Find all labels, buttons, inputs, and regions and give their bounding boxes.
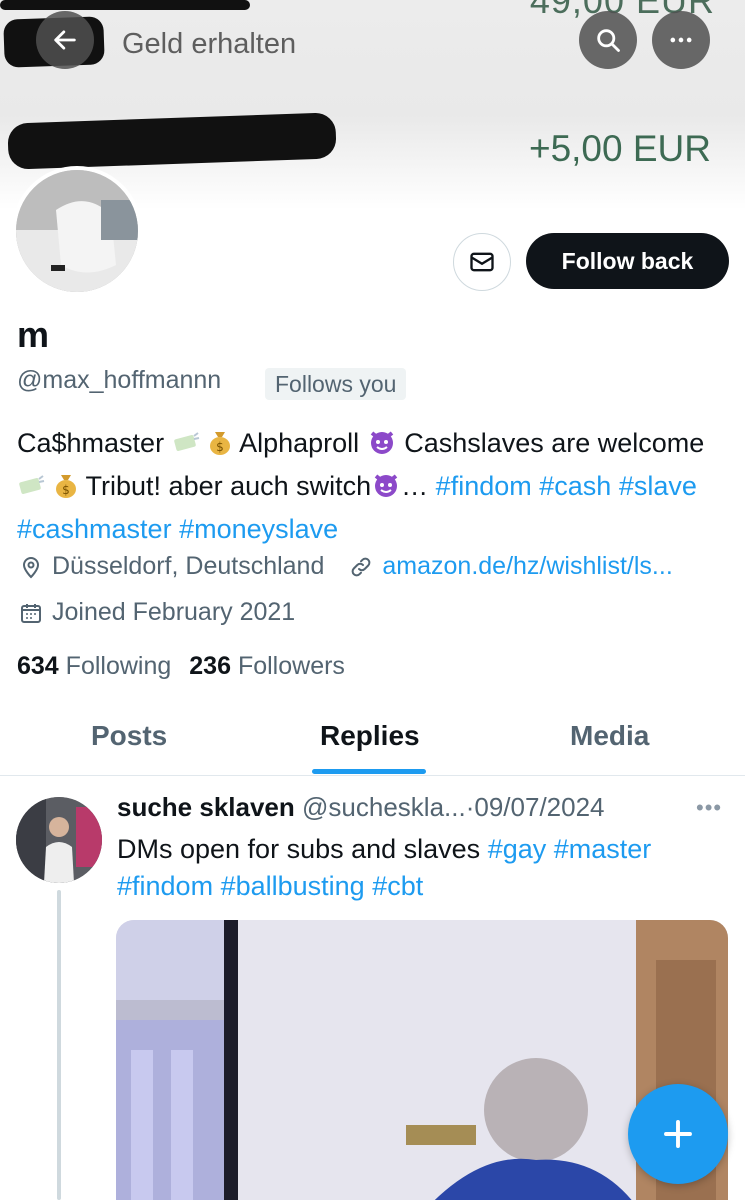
devil-emoji-icon: [371, 469, 401, 510]
svg-text:$: $: [62, 483, 70, 497]
following-count: 634: [17, 652, 59, 680]
hashtag-link[interactable]: #ballbusting: [221, 871, 365, 901]
svg-text:$: $: [216, 440, 224, 454]
redaction-mark: [0, 0, 250, 10]
tweet-body: DMs open for subs and slaves: [117, 834, 488, 864]
display-name: m: [17, 314, 50, 355]
banner-title: Geld erhalten: [122, 28, 297, 60]
tab-posts[interactable]: Posts: [91, 720, 167, 752]
plus-icon: [664, 1120, 692, 1148]
hashtag-link[interactable]: #gay: [488, 834, 547, 864]
devil-emoji-icon: [367, 426, 397, 467]
bio-text: Ca$hmaster: [17, 428, 172, 458]
website-link[interactable]: amazon.de/hz/wishlist/ls...: [382, 552, 672, 581]
money-bag-emoji-icon: $: [207, 428, 233, 467]
bio-text: Tribut! aber auch switch: [78, 471, 372, 501]
profile-avatar[interactable]: [12, 166, 142, 296]
arrow-left-icon: [54, 30, 76, 50]
hashtag-link[interactable]: #findom: [117, 871, 213, 901]
joined-date: Joined February 2021: [52, 598, 296, 626]
money-flying-emoji-icon: [172, 428, 200, 467]
more-button[interactable]: [652, 11, 710, 69]
bio-text: Alphaproll: [233, 428, 367, 458]
active-tab-indicator: [312, 769, 426, 774]
tweet-author-avatar[interactable]: [16, 797, 102, 883]
envelope-icon: [470, 252, 494, 272]
profile-meta-row: Joined February 2021: [18, 598, 295, 627]
thread-line: [57, 890, 61, 1200]
money-bag-emoji-icon: $: [53, 471, 79, 510]
location-pin-icon: [18, 554, 44, 580]
back-button[interactable]: [36, 11, 94, 69]
hashtag-link[interactable]: #cash: [539, 471, 611, 501]
profile-meta-row: Düsseldorf, Deutschland amazon.de/hz/wis…: [18, 552, 673, 581]
profile-bio: Ca$hmaster $ Alphaproll Cashslaves are w…: [17, 424, 732, 549]
location: Düsseldorf, Deutschland: [18, 552, 324, 581]
compose-button[interactable]: [628, 1084, 728, 1184]
redaction-mark: [7, 112, 337, 170]
search-button[interactable]: [579, 11, 637, 69]
hashtag-link[interactable]: #moneyslave: [179, 514, 338, 544]
money-flying-emoji-icon: [17, 471, 45, 510]
tweet-author-handle[interactable]: @sucheskla...: [302, 792, 466, 822]
bio-text: …: [401, 471, 436, 501]
hashtag-link[interactable]: #cbt: [372, 871, 423, 901]
website[interactable]: amazon.de/hz/wishlist/ls...: [348, 552, 673, 581]
tab-replies[interactable]: Replies: [320, 720, 420, 752]
banner-amount: +5,00 EUR: [528, 128, 711, 169]
location-text: Düsseldorf, Deutschland: [52, 552, 325, 580]
avatar-photo: [16, 797, 102, 883]
tweet-date[interactable]: 09/07/2024: [474, 792, 604, 822]
followers-label: Followers: [237, 652, 345, 680]
follows-you-badge: Follows you: [265, 368, 407, 400]
tweet-more-button[interactable]: •••: [696, 795, 722, 821]
follow-stats: 634 Following 236 Followers: [17, 652, 345, 681]
calendar-icon: [18, 600, 44, 626]
profile-tabs: Posts Replies Media: [0, 700, 745, 776]
followers-stat[interactable]: 236 Followers: [189, 652, 345, 681]
hashtag-link[interactable]: #findom: [436, 471, 532, 501]
following-label: Following: [65, 652, 172, 680]
more-horizontal-icon: [670, 37, 692, 43]
bio-text: Cashslaves are welcome: [396, 428, 705, 458]
follow-back-button[interactable]: Follow back: [526, 233, 729, 289]
following-stat[interactable]: 634 Following: [17, 652, 171, 681]
profile-handle: @max_hoffmannn: [17, 366, 222, 394]
hashtag-link[interactable]: #master: [554, 834, 652, 864]
message-button[interactable]: [453, 233, 511, 291]
avatar-photo: [16, 170, 138, 292]
hashtag-link[interactable]: #cashmaster: [17, 514, 172, 544]
hashtag-link[interactable]: #slave: [619, 471, 697, 501]
tweet-header: suche sklaven @sucheskla...·09/07/2024: [117, 792, 605, 823]
tweet-author-name[interactable]: suche sklaven: [117, 792, 295, 822]
tweet-text: DMs open for subs and slaves #gay #maste…: [117, 831, 717, 905]
search-icon: [597, 29, 620, 52]
followers-count: 236: [189, 652, 231, 680]
tab-media[interactable]: Media: [570, 720, 649, 752]
link-icon: [348, 554, 374, 580]
